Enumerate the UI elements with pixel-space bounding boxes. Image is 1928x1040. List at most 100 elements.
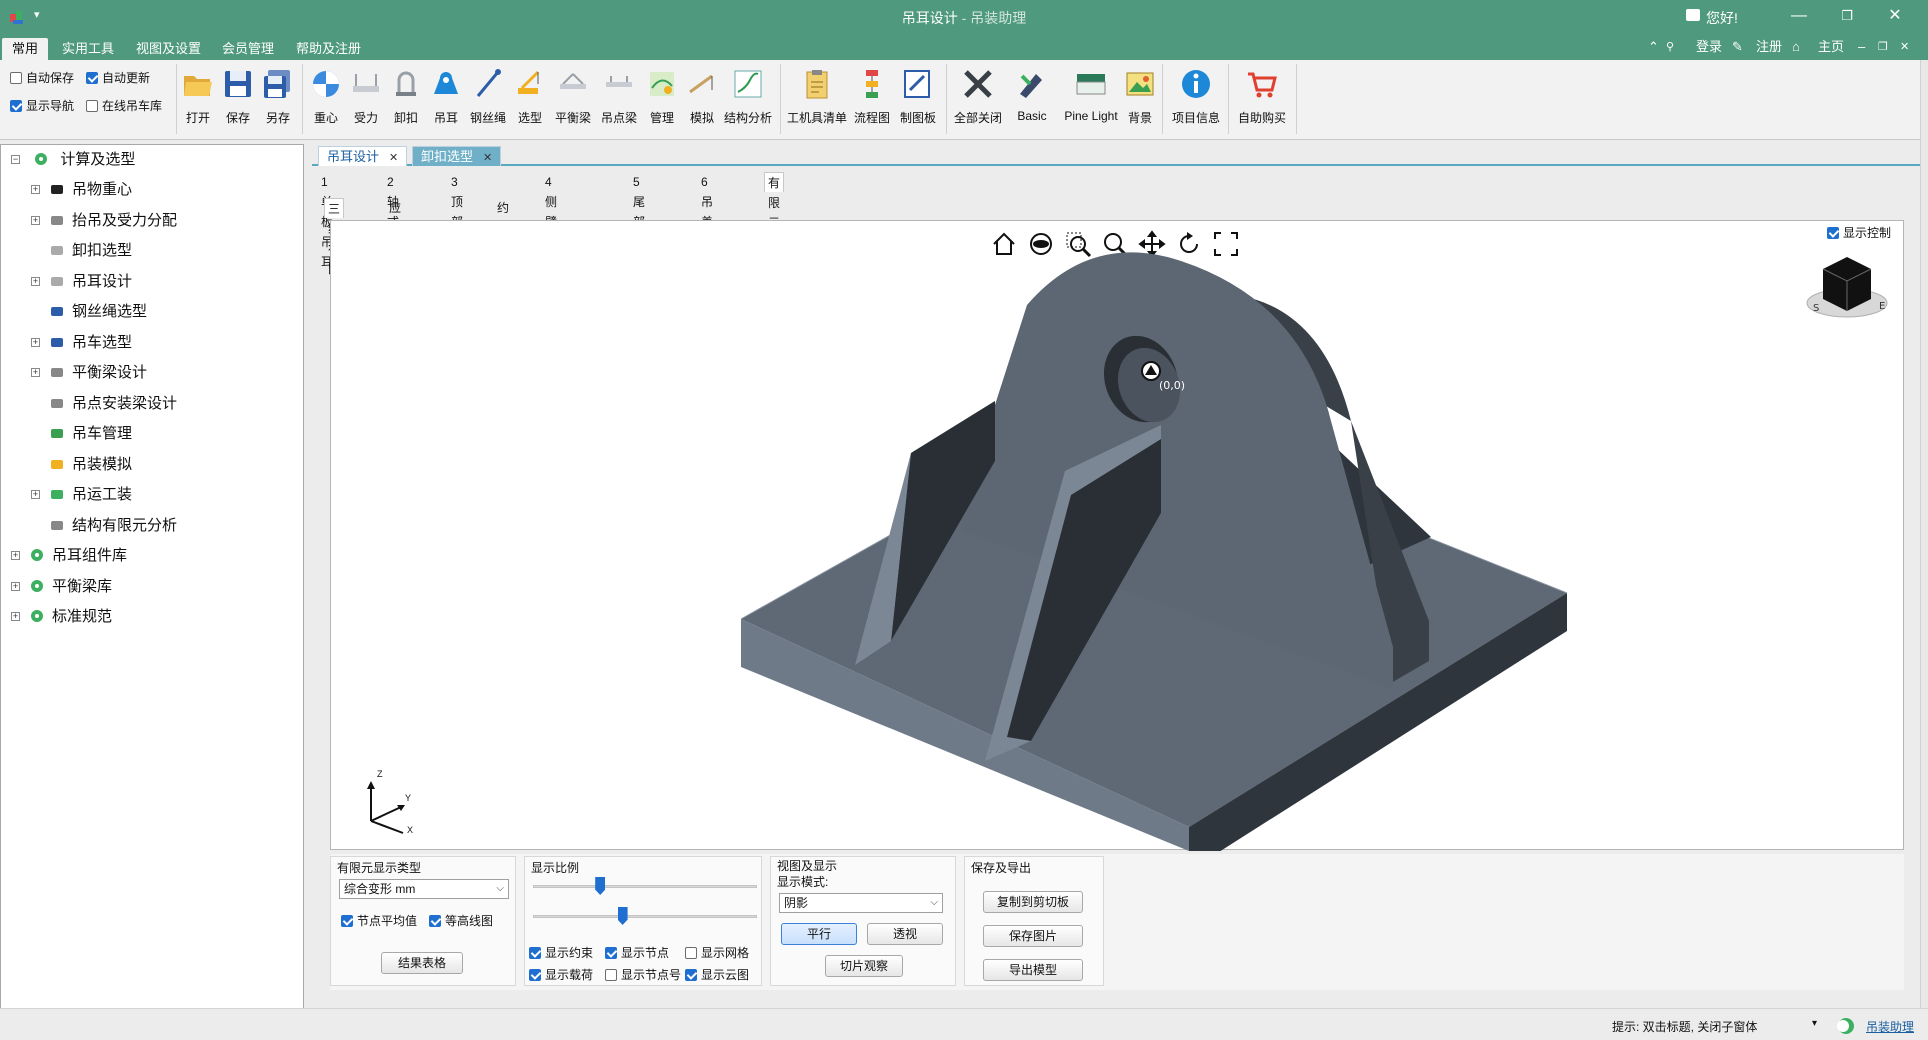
contour-checkbox[interactable]: 等高线图: [429, 913, 493, 929]
tab-axial-lug[interactable]: 2轴式吊耳: [384, 172, 402, 269]
tab-3d-view[interactable]: 三维视图: [324, 198, 345, 276]
online-crane-library-check-box[interactable]: [86, 100, 98, 112]
flowchart-button[interactable]: 流程图: [852, 64, 892, 134]
scale-slider-1-track[interactable]: [533, 885, 757, 888]
collapse-ribbon-icon[interactable]: ⌃: [1648, 38, 1659, 56]
show-constraint-checkbox[interactable]: 显示约束: [529, 945, 593, 961]
tree-node-spreader-beam-library[interactable]: + 平衡梁库: [11, 574, 112, 600]
node-average-check[interactable]: [341, 915, 353, 927]
tree-node-fe-analysis[interactable]: +结构有限元分析: [31, 513, 177, 539]
tree-node-lifting-beam[interactable]: +吊点安装梁设计: [31, 391, 177, 417]
doc-tab-lug-design[interactable]: 吊耳设计 ✕: [318, 146, 408, 166]
mdi-minimize-button[interactable]: –: [1858, 38, 1865, 56]
parallel-projection-button[interactable]: 平行: [781, 923, 857, 945]
tree-node-lift-force[interactable]: + 抬吊及受力分配: [31, 208, 177, 234]
expand-icon[interactable]: +: [31, 185, 40, 194]
check[interactable]: [685, 969, 697, 981]
copy-to-clipboard-button[interactable]: 复制到剪切板: [983, 891, 1083, 913]
tree-node-cog[interactable]: + 吊物重心: [31, 177, 132, 203]
expand-icon[interactable]: +: [31, 368, 40, 377]
close-button[interactable]: ✕: [1880, 4, 1910, 28]
vertical-scrollbar[interactable]: [1920, 60, 1928, 1008]
lifting-point-beam-button[interactable]: 吊点梁: [598, 64, 640, 134]
tool-list-button[interactable]: 工机具清单: [786, 64, 848, 134]
menu-tab-membership[interactable]: 会员管理: [212, 38, 284, 60]
slice-view-button[interactable]: 切片观察: [825, 955, 903, 977]
tree-node-lug-component-library[interactable]: + 吊耳组件库: [11, 543, 127, 569]
tree-node-shackle[interactable]: +卸扣选型: [31, 238, 132, 264]
menu-tab-utilities[interactable]: 实用工具: [52, 38, 124, 60]
expand-icon[interactable]: +: [11, 581, 20, 591]
management-button[interactable]: 管理: [644, 64, 680, 134]
tab-side-wall-lug[interactable]: 4侧壁板式吊耳: [542, 172, 560, 309]
expand-icon[interactable]: +: [31, 337, 40, 347]
check[interactable]: [605, 947, 617, 959]
check[interactable]: [529, 969, 541, 981]
mdi-close-button[interactable]: ✕: [1900, 38, 1909, 56]
menu-tab-help-register[interactable]: 帮助及注册: [286, 38, 371, 60]
mdi-restore-button[interactable]: ❐: [1878, 38, 1888, 56]
show-node-number-checkbox[interactable]: 显示节点号: [605, 967, 681, 983]
contour-check[interactable]: [429, 915, 441, 927]
save-image-button[interactable]: 保存图片: [983, 925, 1083, 947]
tree-node-crane-management[interactable]: +吊车管理: [31, 421, 132, 447]
open-button[interactable]: 打开: [180, 64, 216, 134]
show-mesh-checkbox[interactable]: 显示网格: [685, 945, 749, 961]
scale-slider-2-thumb[interactable]: [617, 907, 628, 925]
login-link[interactable]: 登录: [1696, 38, 1722, 56]
home-link[interactable]: 主页: [1818, 38, 1844, 56]
show-navigation-check-box[interactable]: [10, 100, 22, 112]
tree-node-calc-selection[interactable]: − 计算及选型: [11, 147, 135, 173]
wire-rope-button[interactable]: 钢丝绳: [468, 64, 508, 134]
tab-close-icon[interactable]: ✕: [483, 152, 492, 164]
3d-viewer[interactable]: 显示控制 S E (0,0) Z Y X: [330, 220, 1905, 851]
crane-selection-button[interactable]: 选型: [512, 64, 548, 134]
spreader-beam-button[interactable]: 平衡梁: [552, 64, 594, 134]
save-as-button[interactable]: 另存: [260, 64, 296, 134]
node-average-checkbox[interactable]: 节点平均值: [341, 913, 417, 929]
collapse-icon[interactable]: −: [11, 155, 20, 164]
project-info-button[interactable]: 项目信息: [1168, 64, 1224, 134]
background-button[interactable]: 背景: [1124, 64, 1156, 134]
simulation-button[interactable]: 模拟: [684, 64, 720, 134]
theme-pine-light-button[interactable]: Pine Light: [1060, 64, 1122, 134]
check[interactable]: [685, 947, 697, 959]
tab-top-plate-lug[interactable]: 3顶部板式吊耳: [448, 172, 466, 309]
drawing-board-button[interactable]: 制图板: [896, 64, 940, 134]
app-name-link[interactable]: 吊装助理: [1866, 1018, 1914, 1035]
menu-tab-common[interactable]: 常用: [2, 38, 49, 60]
expand-icon[interactable]: +: [31, 276, 40, 286]
check[interactable]: [605, 969, 617, 981]
tree-node-standards[interactable]: + 标准规范: [11, 604, 112, 630]
scale-slider-2-track[interactable]: [533, 915, 757, 918]
tree-node-spreader-beam[interactable]: + 平衡梁设计: [31, 360, 147, 386]
register-link[interactable]: 注册: [1756, 38, 1782, 56]
auto-save-checkbox[interactable]: 自动保存: [10, 70, 74, 86]
lifting-lug-3d-model[interactable]: [331, 221, 1905, 851]
expand-icon[interactable]: +: [31, 215, 40, 225]
structural-analysis-button[interactable]: 结构分析: [722, 64, 774, 134]
scale-slider-1-thumb[interactable]: [595, 877, 606, 895]
perspective-projection-button[interactable]: 透视: [867, 923, 943, 945]
status-dropdown-icon[interactable]: ▾: [1812, 1018, 1817, 1029]
tab-close-icon[interactable]: ✕: [389, 152, 398, 164]
show-cloud-map-checkbox[interactable]: 显示云图: [685, 967, 749, 983]
expand-icon[interactable]: +: [31, 490, 40, 499]
self-purchase-button[interactable]: 自助购买: [1234, 64, 1290, 134]
display-mode-select[interactable]: 阴影 ⌵: [779, 893, 943, 913]
center-of-gravity-button[interactable]: 重心: [308, 64, 344, 134]
tree-node-lug[interactable]: + 吊耳设计: [31, 269, 132, 295]
tab-fe-results[interactable]: 有限元分析结果显示: [764, 172, 785, 350]
auto-save-check-box[interactable]: [10, 72, 22, 84]
minimize-button[interactable]: —: [1784, 4, 1814, 28]
tab-single-plate-lug[interactable]: 1单板吊耳: [318, 172, 336, 269]
force-button[interactable]: 受力: [348, 64, 384, 134]
auto-update-check-box[interactable]: [86, 72, 98, 84]
export-model-button[interactable]: 导出模型: [983, 959, 1083, 981]
tree-node-wire-rope[interactable]: +钢丝绳选型: [31, 299, 147, 325]
lifting-lug-button[interactable]: 吊耳: [428, 64, 464, 134]
theme-basic-button[interactable]: Basic: [1008, 64, 1056, 134]
tree-node-lifting-tool[interactable]: + 吊运工装: [31, 482, 132, 508]
restore-button[interactable]: ❐: [1832, 4, 1862, 28]
close-all-button[interactable]: 全部关闭: [952, 64, 1004, 134]
